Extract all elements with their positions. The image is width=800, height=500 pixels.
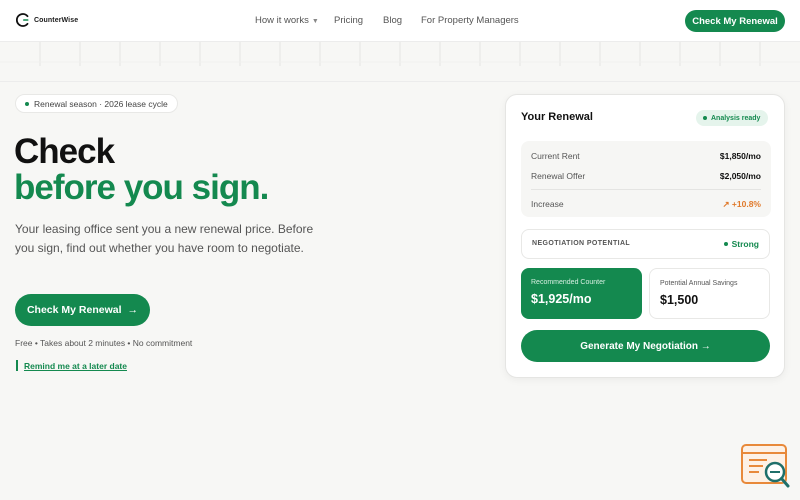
nav-item-how-it-works[interactable]: How it works ▼: [255, 15, 319, 26]
negotiation-potential-label: NEGOTIATION POTENTIAL: [532, 240, 631, 247]
negotiation-potential-text: Strong: [731, 239, 759, 249]
hero-cta-label: Check My Renewal: [26, 304, 122, 316]
hero-headline-line2: before you sign.: [14, 168, 269, 207]
brand-name: CounterWise: [34, 16, 79, 24]
grid-pattern: [0, 42, 800, 66]
negotiation-potential-value: Strong: [723, 239, 759, 249]
card-title: Your Renewal: [521, 111, 593, 123]
divider: [531, 189, 761, 190]
recommended-counter-value: $1,925/mo: [531, 292, 592, 306]
status-dot-icon: [723, 242, 728, 246]
status-dot-icon: [25, 102, 29, 106]
nav-item-label: How it works: [255, 15, 309, 26]
status-badge: Analysis ready: [696, 110, 769, 126]
status-dot-icon: [703, 116, 707, 120]
increase-label: Increase: [531, 199, 564, 209]
rent-summary: Current Rent $1,850/mo Renewal Offer $2,…: [521, 141, 771, 217]
nav-item-property-managers[interactable]: For Property Managers: [421, 15, 519, 26]
renewal-card: Your Renewal Analysis ready Current Rent…: [505, 94, 785, 378]
nav-item-blog[interactable]: Blog: [383, 15, 402, 26]
renewal-offer-label: Renewal Offer: [531, 171, 586, 181]
remind-later-link[interactable]: Remind me at a later date: [24, 361, 127, 371]
current-rent-value: $1,850/mo: [719, 151, 761, 161]
top-nav-bar: CounterWise How it works ▼ Pricing Blog F…: [0, 0, 800, 42]
nav-item-pricing[interactable]: Pricing: [334, 15, 363, 26]
season-pill: Renewal season · 2026 lease cycle: [15, 94, 178, 113]
search-browser-icon: [741, 444, 790, 488]
annual-savings-label: Potential Annual Savings: [660, 280, 738, 287]
chevron-down-icon: ▼: [311, 18, 319, 25]
season-pill-text: Renewal season · 2026 lease cycle: [34, 98, 168, 109]
hero-headline-line1: Check: [14, 132, 115, 171]
counterwise-logo-icon: [16, 13, 29, 27]
negotiation-potential: NEGOTIATION POTENTIAL Strong: [521, 229, 770, 259]
generate-negotiation-button[interactable]: Generate My Negotiation →: [521, 330, 770, 362]
decorative-grid: [0, 42, 800, 82]
hero-check-renewal-button[interactable]: Check My Renewal →: [15, 294, 150, 326]
hero-meta-text: Free • Takes about 2 minutes • No commit…: [15, 338, 193, 348]
renewal-offer-value: $2,050/mo: [719, 171, 761, 181]
current-rent-label: Current Rent: [531, 151, 580, 161]
hero-subtext: Your leasing office sent you a new renew…: [15, 222, 314, 255]
remind-later[interactable]: Remind me at a later date: [16, 360, 127, 371]
accent-bar: [16, 360, 18, 371]
annual-savings-value: $1,500: [660, 293, 699, 307]
increase-value: ↗ +10.8%: [722, 199, 761, 209]
annual-savings: Potential Annual Savings $1,500: [649, 268, 770, 319]
recommended-counter: Recommended Counter $1,925/mo: [521, 268, 642, 319]
recommended-counter-label: Recommended Counter: [531, 279, 606, 286]
header-check-renewal-button[interactable]: Check My Renewal: [685, 10, 785, 32]
arrow-right-icon: →: [127, 304, 139, 316]
brand-logo[interactable]: CounterWise: [16, 13, 78, 27]
search-browser-widget[interactable]: [741, 444, 791, 490]
status-badge-text: Analysis ready: [711, 114, 761, 122]
